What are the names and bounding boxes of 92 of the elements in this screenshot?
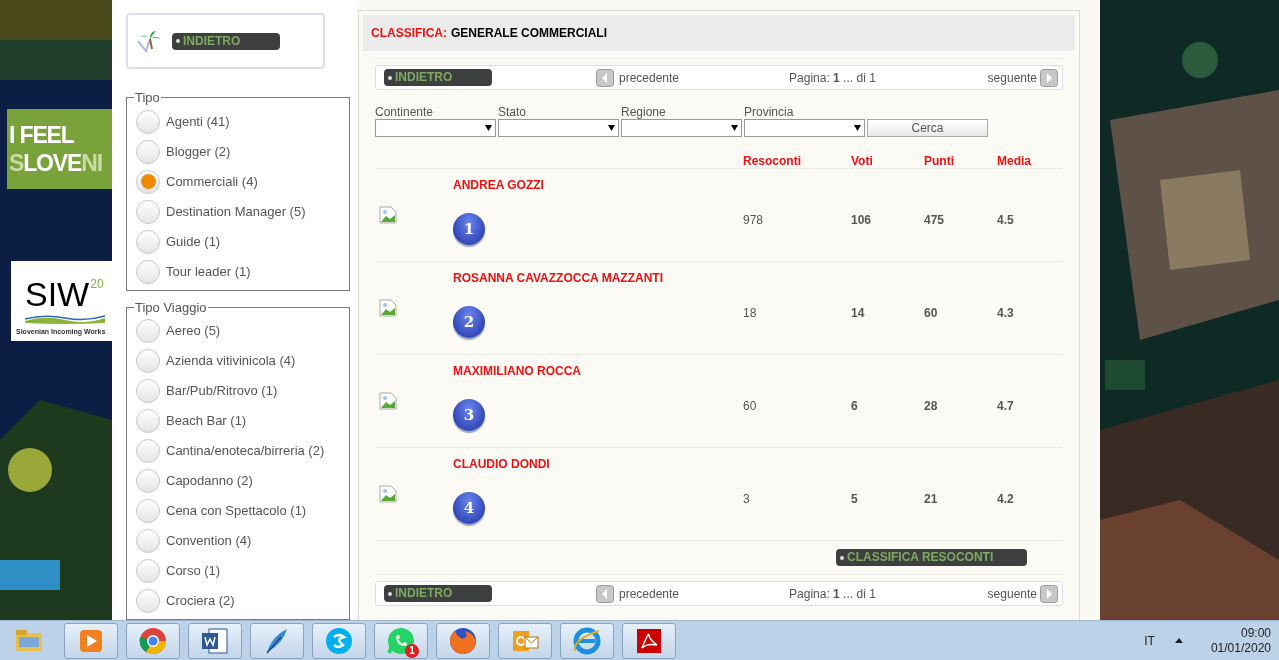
page-indicator: Pagina: 1 ... di 1 <box>789 69 876 87</box>
column-header: Resoconti <box>743 153 802 170</box>
dropdown[interactable] <box>498 119 619 137</box>
back-button[interactable]: INDIETRO <box>384 69 492 86</box>
table-cell-text: 106 <box>851 212 873 229</box>
radio-option[interactable]: Beach Bar (1) <box>136 409 347 433</box>
filter-label: Continente <box>375 105 435 119</box>
column-header: Media <box>997 153 1032 170</box>
report-button[interactable]: CLASSIFICA RESOCONTI <box>836 549 1027 566</box>
broken-image-icon <box>379 299 397 317</box>
previous-link[interactable]: precedente <box>596 68 680 87</box>
clock-date[interactable]: 01/01/2020 <box>1210 640 1271 656</box>
table-cell-text: 60 <box>743 398 758 415</box>
column-header: Punti <box>924 153 955 170</box>
radio-option[interactable]: Azienda vitivinicola (4) <box>136 349 347 373</box>
dropdown-caret-icon <box>854 125 861 131</box>
radio-option[interactable]: Convention (4) <box>136 529 347 553</box>
member-name[interactable]: ROSANNA CAVAZZOCCA MAZZANTI <box>453 269 743 287</box>
taskbar-button[interactable] <box>560 622 614 659</box>
dropdown-caret-icon <box>485 125 492 131</box>
taskbar-button[interactable] <box>436 622 490 659</box>
dropdown-caret-icon <box>608 125 615 131</box>
radio-option[interactable]: Cena con Spettacolo (1) <box>136 499 347 523</box>
table-cell-text: 60 <box>924 305 939 322</box>
column-header: Voti <box>851 153 874 170</box>
table-cell-text: 3 <box>743 491 751 508</box>
page-title: GENERALE COMMERCIALI <box>451 25 607 42</box>
table-cell-text: 4.7 <box>997 398 1015 415</box>
member-name[interactable]: ANDREA GOZZI <box>453 176 743 194</box>
table-cell-text: 28 <box>924 398 939 415</box>
taskbar-button[interactable] <box>126 622 180 659</box>
radio-option[interactable]: Blogger (2) <box>136 139 347 164</box>
table-cell-text: 6 <box>851 398 859 415</box>
group-legend: Tipo Viaggio <box>134 297 208 317</box>
taskbar-button[interactable] <box>622 622 676 659</box>
member-name[interactable]: MAXIMILIANO ROCCA <box>453 362 743 380</box>
back-button[interactable]: INDIETRO <box>172 32 280 50</box>
rank-badge: 1 <box>453 213 485 245</box>
table-cell-text: 475 <box>924 212 946 229</box>
rank-badge: 4 <box>453 492 485 524</box>
filter-label: Stato <box>498 105 528 119</box>
filter-label: Provincia <box>744 105 795 119</box>
table-cell-text: 4.3 <box>997 305 1015 322</box>
radio-option[interactable]: Commerciali (4) <box>136 169 347 194</box>
broken-image-icon <box>379 206 397 224</box>
back-button[interactable]: INDIETRO <box>384 585 492 602</box>
radio-option[interactable]: Guide (1) <box>136 229 347 254</box>
table-cell-text: 978 <box>743 212 765 229</box>
table-cell-text: 18 <box>743 305 758 322</box>
rank-badge: 2 <box>453 306 485 338</box>
logo-year: 20 <box>90 276 104 293</box>
banner-word: SLOVENI <box>9 149 103 177</box>
logo-mark: SIW <box>25 275 90 313</box>
broken-image-icon <box>379 485 397 503</box>
table-cell-text: 5 <box>851 491 859 508</box>
title-label: CLASSIFICA: <box>371 25 447 42</box>
broken-image-icon <box>379 392 397 410</box>
table-cell-text: 4.2 <box>997 491 1015 508</box>
radio-option[interactable]: Cantina/enoteca/birreria (2) <box>136 439 347 463</box>
up-caret-icon[interactable] <box>1174 638 1183 643</box>
taskbar-button[interactable]: 1 <box>374 622 428 659</box>
page-indicator: Pagina: 1 ... di 1 <box>789 585 876 603</box>
clock-time[interactable]: 09:00 <box>1240 625 1271 641</box>
taskbar-button[interactable] <box>250 622 304 659</box>
member-name[interactable]: CLAUDIO DONDI <box>453 455 743 473</box>
next-link[interactable]: seguente <box>987 68 1058 87</box>
taskbar-button[interactable] <box>188 622 242 659</box>
previous-link[interactable]: precedente <box>596 584 680 603</box>
radio-option[interactable]: Agenti (41) <box>136 109 347 134</box>
rank-badge: 3 <box>453 399 485 431</box>
dropdown-caret-icon <box>731 125 738 131</box>
dropdown[interactable] <box>744 119 865 137</box>
radio-option[interactable]: Tour leader (1) <box>136 259 347 284</box>
search-button[interactable]: Cerca <box>867 119 988 137</box>
table-cell-text: 21 <box>924 491 939 508</box>
language-indicator[interactable]: IT <box>1144 631 1155 650</box>
radio-option[interactable]: Destination Manager (5) <box>136 199 347 224</box>
radio-option[interactable]: Aereo (5) <box>136 319 347 343</box>
wave-icon <box>25 315 105 325</box>
filter-label: Regione <box>621 105 667 119</box>
table-cell-text: 14 <box>851 305 866 322</box>
table-cell-text: 4.5 <box>997 212 1015 229</box>
next-link[interactable]: seguente <box>987 584 1058 603</box>
radio-option[interactable]: Bar/Pub/Ritrovo (1) <box>136 379 347 403</box>
banner-heading: I FEEL <box>9 121 75 149</box>
dropdown[interactable] <box>375 119 496 137</box>
palm-tree-icon <box>136 29 162 53</box>
radio-option[interactable]: Corso (1) <box>136 559 347 583</box>
group-legend: Tipo <box>134 88 161 108</box>
dropdown[interactable] <box>621 119 742 137</box>
radio-option[interactable]: Capodanno (2) <box>136 469 347 493</box>
radio-option[interactable]: Crociera (2) <box>136 589 347 613</box>
